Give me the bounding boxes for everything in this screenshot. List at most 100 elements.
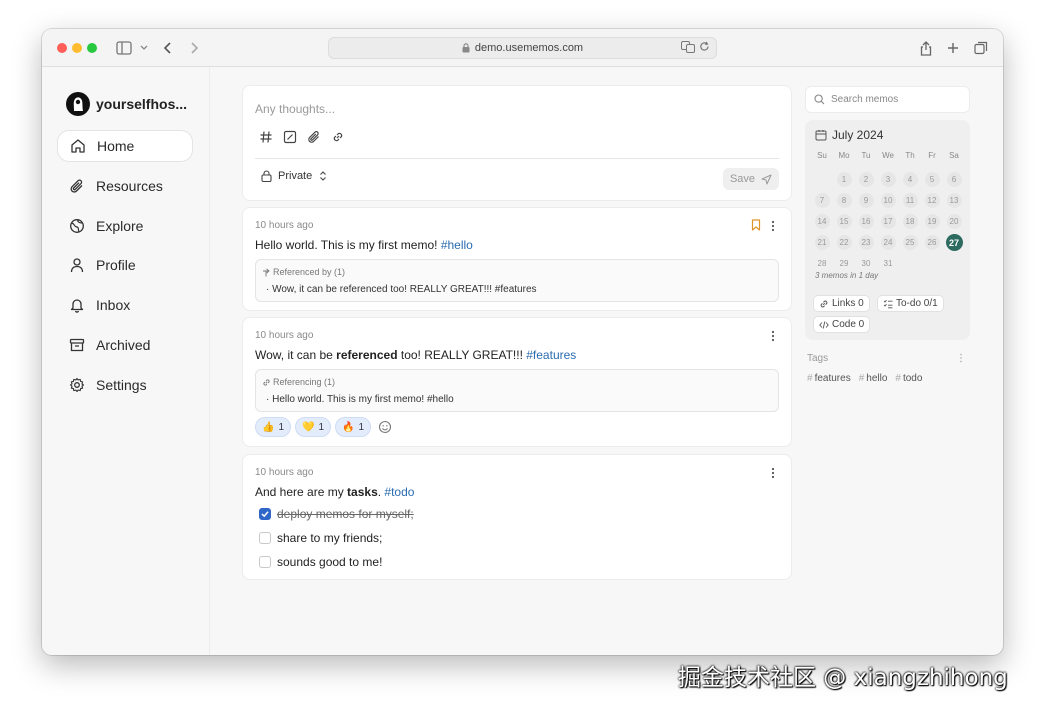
minimize-window-button[interactable] (72, 43, 82, 53)
calendar-day[interactable]: 20 (943, 211, 965, 232)
reaction-thumbs-up[interactable]: 👍 1 (255, 417, 292, 437)
calendar-day[interactable]: 4 (899, 169, 921, 190)
zoom-window-button[interactable] (87, 43, 97, 53)
calendar-day[interactable]: 15 (833, 211, 855, 232)
memo-tag-link[interactable]: #todo (384, 485, 414, 499)
visibility-label: Private (278, 170, 313, 182)
reference-item[interactable]: · Hello world. This is my first memo! #h… (266, 394, 454, 405)
add-reaction-icon[interactable] (378, 420, 392, 434)
save-button[interactable]: Save (723, 168, 779, 190)
calendar-day[interactable]: 24 (877, 232, 899, 253)
calendar-header: July 2024 (815, 128, 883, 142)
memo-timestamp: 10 hours ago (255, 467, 314, 478)
search-memos-input[interactable]: Search memos (805, 86, 970, 113)
todo-checkbox-icon[interactable] (283, 130, 297, 144)
workspace-brand[interactable]: yourselfhos... (66, 92, 187, 116)
sidebar-item-profile[interactable]: Profile (57, 249, 193, 281)
close-window-button[interactable] (57, 43, 67, 53)
calendar-blank (811, 169, 833, 190)
tag-item-hello[interactable]: # hello (859, 373, 888, 384)
translate-icon[interactable] (681, 41, 695, 56)
calendar-day[interactable]: 1 (833, 169, 855, 190)
tag-item-todo[interactable]: # todo (895, 373, 922, 384)
chevron-down-icon[interactable] (134, 38, 154, 58)
calendar-day[interactable]: 3 (877, 169, 899, 190)
calendar-day[interactable]: 26 (921, 232, 943, 253)
more-options-icon[interactable] (771, 330, 775, 342)
memo-tag-link[interactable]: #hello (441, 238, 473, 252)
attachment-icon[interactable] (307, 130, 321, 144)
calendar-day[interactable]: 13 (943, 190, 965, 211)
address-bar[interactable]: demo.usememos.com (328, 37, 717, 59)
links-stat-label: Links 0 (832, 298, 864, 309)
sidebar: yourselfhos... Home Resources Explore Pr… (42, 68, 210, 655)
link-icon (263, 378, 270, 386)
sidebar-item-settings[interactable]: Settings (57, 369, 193, 401)
calendar-day[interactable]: 11 (899, 190, 921, 211)
referenced-by-box: Referenced by (1) · Wow, it can be refer… (255, 259, 779, 302)
sidebar-item-resources[interactable]: Resources (57, 170, 193, 202)
share-icon[interactable] (916, 38, 936, 58)
calendar-day[interactable]: 12 (921, 190, 943, 211)
calendar-day[interactable]: 2 (855, 169, 877, 190)
sidebar-item-home[interactable]: Home (57, 130, 193, 162)
calendar-day[interactable]: 17 (877, 211, 899, 232)
reference-header: Referenced by (1) (262, 267, 345, 277)
calendar-day[interactable]: 18 (899, 211, 921, 232)
more-options-icon[interactable] (771, 467, 775, 479)
back-arrow-icon[interactable] (158, 38, 178, 58)
reference-header: Referencing (1) (262, 377, 335, 387)
calendar-day[interactable]: 25 (899, 232, 921, 253)
sidebar-item-archived[interactable]: Archived (57, 329, 193, 361)
sidebar-item-label: Explore (96, 218, 144, 234)
task-checkbox[interactable] (259, 508, 271, 520)
task-checkbox[interactable] (259, 556, 271, 568)
watermark: 掘金技术社区 @ xiangzhihong (678, 665, 1008, 691)
reference-item[interactable]: · Wow, it can be referenced too! REALLY … (266, 284, 537, 295)
bell-icon (70, 299, 84, 313)
link-icon[interactable] (331, 130, 345, 144)
calendar-day[interactable]: 23 (855, 232, 877, 253)
calendar-day[interactable]: 19 (921, 211, 943, 232)
calendar-day[interactable]: 31 (877, 253, 899, 274)
tab-overview-icon[interactable] (971, 38, 991, 58)
tag-label: hello (866, 373, 888, 384)
memo-card: 10 hours ago Wow, it can be referenced t… (242, 317, 792, 447)
calendar-day[interactable]: 21 (811, 232, 833, 253)
hashtag-icon[interactable] (259, 130, 273, 144)
visibility-selector[interactable]: Private (261, 170, 328, 182)
memo-input[interactable]: Any thoughts... (255, 102, 335, 116)
code-stat[interactable]: Code 0 (813, 316, 871, 333)
calendar-weekday: Fr (928, 150, 936, 160)
todo-stat[interactable]: To-do 0/1 (877, 295, 944, 312)
reaction-yellow-heart[interactable]: 💛 1 (295, 417, 332, 437)
tags-more-icon[interactable] (959, 353, 963, 363)
more-options-icon[interactable] (771, 220, 775, 232)
tag-item-features[interactable]: # features (807, 373, 851, 384)
calendar-day[interactable]: 9 (855, 190, 877, 211)
sidebar-item-explore[interactable]: Explore (57, 210, 193, 242)
reaction-fire[interactable]: 🔥 1 (335, 417, 372, 437)
calendar-day-today[interactable]: 27 (943, 232, 965, 253)
new-tab-icon[interactable] (943, 38, 963, 58)
calendar-day[interactable]: 14 (811, 211, 833, 232)
calendar-day[interactable]: 22 (833, 232, 855, 253)
reload-icon[interactable] (699, 41, 710, 56)
bookmark-icon[interactable] (751, 219, 761, 231)
calendar-day[interactable]: 8 (833, 190, 855, 211)
calendar-day[interactable]: 6 (943, 169, 965, 190)
memo-timestamp: 10 hours ago (255, 220, 314, 231)
sidebar-item-label: Profile (96, 257, 136, 273)
calendar-day[interactable]: 7 (811, 190, 833, 211)
memo-tag-link[interactable]: #features (526, 348, 576, 362)
sidebar-item-inbox[interactable]: Inbox (57, 289, 193, 321)
calendar-day[interactable]: 10 (877, 190, 899, 211)
forward-arrow-icon[interactable] (184, 38, 204, 58)
calendar-weekday: Tu (861, 150, 871, 160)
task-checkbox[interactable] (259, 532, 271, 544)
links-stat[interactable]: Links 0 (813, 295, 870, 312)
sidebar-toggle-icon[interactable] (114, 38, 134, 58)
calendar-day[interactable]: 16 (855, 211, 877, 232)
sidebar-item-label: Settings (96, 377, 147, 393)
calendar-day[interactable]: 5 (921, 169, 943, 190)
